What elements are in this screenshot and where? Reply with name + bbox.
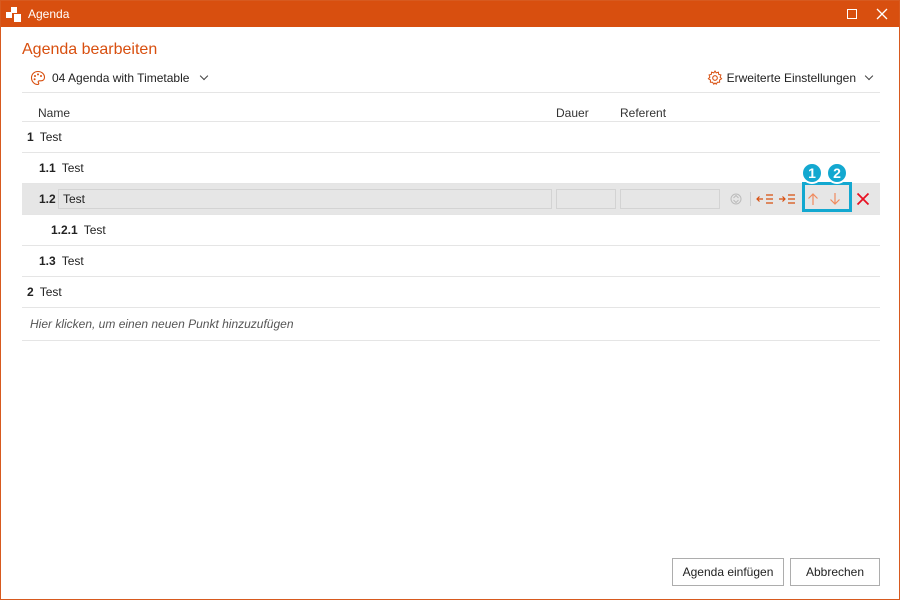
item-title: Test bbox=[61, 254, 84, 268]
advanced-settings-label: Erweiterte Einstellungen bbox=[726, 71, 856, 85]
agenda-row[interactable]: 1.2.1 Test bbox=[22, 215, 880, 246]
dialog-heading: Agenda bearbeiten bbox=[22, 41, 158, 58]
item-number: 1.3 bbox=[39, 254, 56, 268]
gear-icon bbox=[707, 70, 722, 86]
agenda-row[interactable]: 1 Test bbox=[22, 122, 880, 153]
agenda-table: Name Dauer Referent 1 Test 1.1 Test 1.2 … bbox=[22, 105, 880, 341]
item-number: 1.2.1 bbox=[51, 223, 78, 237]
outdent-icon bbox=[756, 194, 773, 204]
outdent-button[interactable] bbox=[754, 188, 776, 210]
item-title: Test bbox=[83, 223, 106, 237]
palette-icon bbox=[30, 70, 46, 86]
maximize-button[interactable] bbox=[837, 1, 867, 27]
add-item-hint: Hier klicken, um einen neuen Punkt hinzu… bbox=[30, 317, 294, 331]
advanced-settings-button[interactable]: Erweiterte Einstellungen bbox=[707, 70, 874, 86]
add-item-row[interactable]: Hier klicken, um einen neuen Punkt hinzu… bbox=[22, 308, 880, 341]
close-button[interactable] bbox=[867, 1, 897, 27]
item-number: 1.1 bbox=[39, 161, 56, 175]
column-header-speaker: Referent bbox=[620, 106, 667, 120]
window-title: Agenda bbox=[28, 7, 70, 21]
column-header-name: Name bbox=[38, 106, 71, 120]
agenda-row-selected[interactable]: 1.2 Test 1 2 bbox=[22, 162, 880, 215]
indent-button[interactable] bbox=[776, 188, 798, 210]
item-title-value: Test bbox=[63, 192, 86, 206]
agenda-row[interactable]: 1.3 Test bbox=[22, 246, 880, 277]
chevron-down-icon bbox=[864, 71, 874, 81]
indent-icon bbox=[779, 194, 795, 204]
item-title-input[interactable]: Test bbox=[58, 189, 552, 209]
template-toolbar: 04 Agenda with Timetable Erweiterte Eins… bbox=[22, 65, 880, 93]
agenda-window: Agenda Agenda bearbeiten 04 Agenda with … bbox=[0, 0, 900, 600]
reorder-handle[interactable] bbox=[725, 188, 747, 210]
item-number: 1.2 bbox=[39, 192, 56, 206]
duration-input[interactable] bbox=[556, 189, 616, 209]
insert-agenda-button[interactable]: Agenda einfügen bbox=[672, 558, 784, 586]
callout-marker-1: 1 bbox=[801, 162, 823, 184]
item-title: Test bbox=[39, 130, 62, 144]
app-logo-icon bbox=[6, 6, 21, 22]
item-title: Test bbox=[39, 285, 62, 299]
template-dropdown[interactable]: 04 Agenda with Timetable bbox=[30, 70, 209, 86]
cancel-button[interactable]: Abbrechen bbox=[790, 558, 880, 586]
chevron-down-icon bbox=[200, 71, 209, 81]
item-number: 1 bbox=[27, 130, 34, 144]
item-number: 2 bbox=[27, 285, 34, 299]
table-header: Name Dauer Referent bbox=[22, 105, 880, 122]
column-header-duration: Dauer bbox=[556, 106, 589, 120]
agenda-row[interactable]: 1.1 Test bbox=[22, 153, 880, 184]
agenda-row[interactable]: 2 Test bbox=[22, 277, 880, 308]
highlight-box bbox=[802, 182, 852, 212]
template-label: 04 Agenda with Timetable bbox=[52, 71, 190, 85]
delete-x-icon bbox=[856, 192, 870, 206]
callout-marker-2: 2 bbox=[826, 162, 848, 184]
delete-button[interactable] bbox=[852, 188, 874, 210]
maximize-icon bbox=[847, 9, 857, 19]
divider bbox=[750, 192, 751, 206]
title-bar: Agenda bbox=[1, 1, 899, 27]
item-title: Test bbox=[61, 161, 84, 175]
close-icon bbox=[876, 8, 888, 20]
drag-handle-icon bbox=[730, 193, 742, 205]
speaker-input[interactable] bbox=[620, 189, 720, 209]
